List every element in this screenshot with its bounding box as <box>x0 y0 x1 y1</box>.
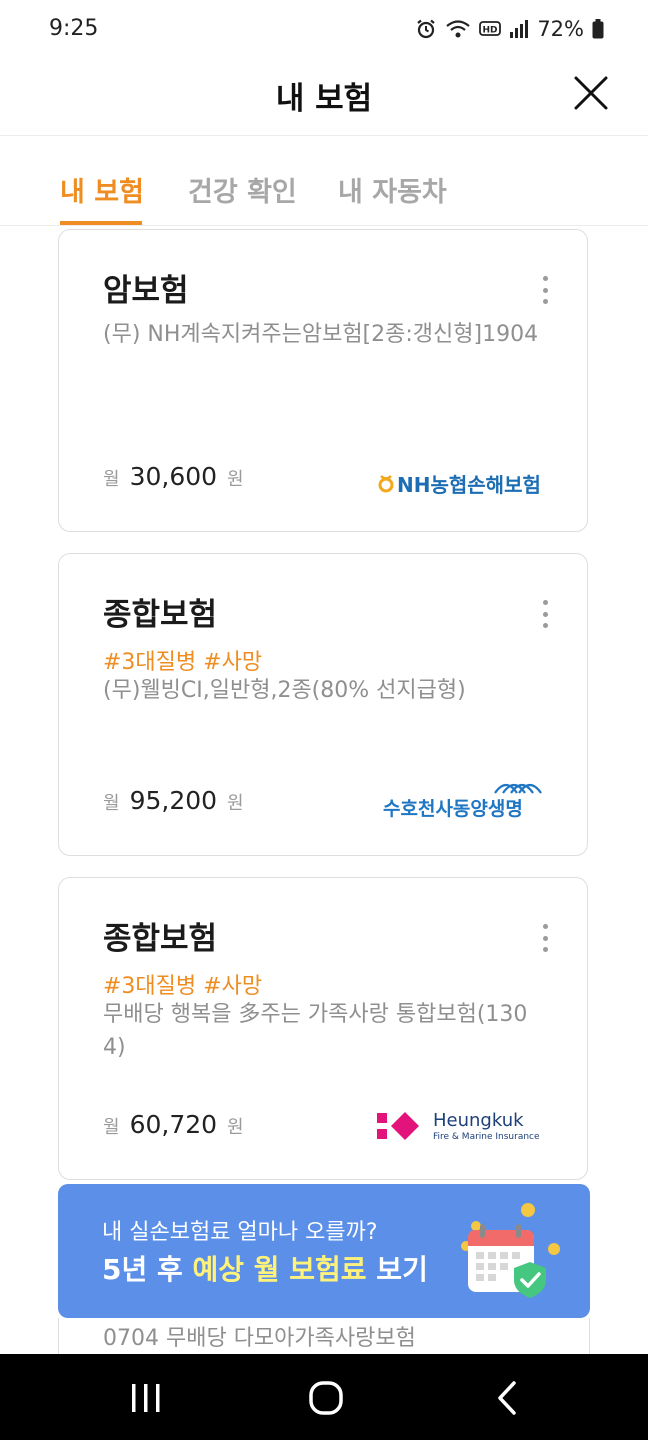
price-suffix: 원 <box>227 469 244 490</box>
active-tab-indicator <box>60 221 142 225</box>
price-prefix: 월 <box>103 469 120 490</box>
insurer-logo-dongyang: 수호천사동양생명 <box>381 779 545 825</box>
monthly-premium: 95,200 <box>129 786 218 815</box>
tab-bar: 내 보험 건강 확인 내 자동차 <box>0 136 648 226</box>
close-button[interactable] <box>572 74 610 112</box>
monthly-premium: 60,720 <box>129 1110 218 1139</box>
page-title: 내 보험 <box>275 81 373 117</box>
tab-my-car[interactable]: 내 자동차 <box>338 170 447 209</box>
premium-forecast-banner[interactable]: 내 실손보험료 얼마나 오를까? 5년 후 예상 월 보험료 보기 <box>58 1184 590 1318</box>
card-product-name: 0704 무배당 다모아가족사랑보험 <box>103 1326 416 1351</box>
recent-apps-icon <box>132 1384 160 1412</box>
back-button[interactable] <box>486 1376 530 1420</box>
more-dot-icon <box>542 947 548 952</box>
card-title: 종합보험 <box>103 597 218 633</box>
insurer-name: 수호천사동양생명 <box>383 798 523 820</box>
card-product-name: (무) NH계속지켜주는암보험[2종:갱신형]1904 <box>103 322 539 347</box>
insurance-card[interactable]: 암보험 (무) NH계속지켜주는암보험[2종:갱신형]1904 월 30,600… <box>58 229 588 532</box>
more-dot-icon <box>542 924 548 929</box>
insurance-card[interactable]: 종합보험 #3대질병 #사망 (무)웰빙CI,일반형,2종(80% 선지급형) … <box>58 553 588 856</box>
card-title: 종합보험 <box>103 921 218 957</box>
price-row: 월 30,600 원 <box>103 462 244 491</box>
wifi-icon <box>446 20 471 38</box>
more-dot-icon <box>542 611 548 617</box>
card-product-name: 무배당 행복을 多주는 가족사랑 통합보험(1304) <box>103 1002 528 1060</box>
card-tags: #3대질병 #사망 <box>103 974 263 999</box>
status-icons: HD 72% <box>415 14 604 44</box>
price-prefix: 월 <box>103 793 120 814</box>
price-suffix: 원 <box>227 1117 244 1138</box>
battery-percent: 72% <box>537 17 584 41</box>
close-icon <box>574 76 608 110</box>
status-time: 9:25 <box>49 16 99 41</box>
app-header: 내 보험 <box>0 58 648 136</box>
signal-icon <box>510 20 529 38</box>
banner-title-post: 보기 <box>366 1253 428 1286</box>
tab-health-check[interactable]: 건강 확인 <box>188 170 297 209</box>
system-nav-bar <box>0 1354 648 1440</box>
home-icon <box>309 1381 343 1415</box>
price-row: 월 95,200 원 <box>103 786 244 815</box>
insurance-card[interactable]: 종합보험 #3대질병 #사망 무배당 행복을 多주는 가족사랑 통합보험(130… <box>58 877 588 1180</box>
insurer-name: NH농협손해보험 <box>397 473 541 497</box>
banner-title-pre: 5년 후 <box>102 1253 193 1286</box>
card-title: 암보험 <box>103 273 189 309</box>
battery-icon <box>592 19 604 39</box>
banner-subtitle: 내 실손보험료 얼마나 오를까? <box>102 1220 378 1245</box>
more-dot-icon <box>542 935 548 941</box>
price-suffix: 원 <box>227 793 244 814</box>
more-options-button[interactable] <box>541 924 549 952</box>
more-dot-icon <box>542 299 548 304</box>
card-tags: #3대질병 #사망 <box>103 650 263 675</box>
alarm-icon <box>417 19 436 39</box>
insurer-logo-nh: NH농협손해보험 <box>377 471 545 501</box>
more-options-button[interactable] <box>541 600 549 628</box>
tab-my-insurance[interactable]: 내 보험 <box>60 170 144 209</box>
more-dot-icon <box>542 600 548 605</box>
monthly-premium: 30,600 <box>129 462 218 491</box>
price-row: 월 60,720 원 <box>103 1110 244 1139</box>
svg-text:HD: HD <box>483 26 498 36</box>
insurer-subname: Fire & Marine Insurance <box>433 1132 540 1142</box>
recent-apps-button[interactable] <box>124 1376 168 1420</box>
insurer-name: Heungkuk <box>433 1110 524 1131</box>
banner-title-highlight: 예상 월 보험료 <box>192 1253 367 1286</box>
price-prefix: 월 <box>103 1117 120 1138</box>
home-button[interactable] <box>304 1376 348 1420</box>
back-icon <box>498 1381 516 1415</box>
more-options-button[interactable] <box>541 276 549 304</box>
banner-title: 5년 후 예상 월 보험료 보기 <box>102 1248 428 1288</box>
insurer-logo-heungkuk: Heungkuk Fire & Marine Insurance <box>375 1109 545 1149</box>
more-dot-icon <box>542 276 548 281</box>
more-dot-icon <box>542 287 548 293</box>
more-dot-icon <box>542 623 548 628</box>
card-product-name: (무)웰빙CI,일반형,2종(80% 선지급형) <box>103 678 466 703</box>
hd-voice-icon: HD <box>479 21 502 36</box>
calendar-shield-icon <box>454 1200 566 1308</box>
status-bar: 9:25 HD 72% <box>0 0 648 58</box>
